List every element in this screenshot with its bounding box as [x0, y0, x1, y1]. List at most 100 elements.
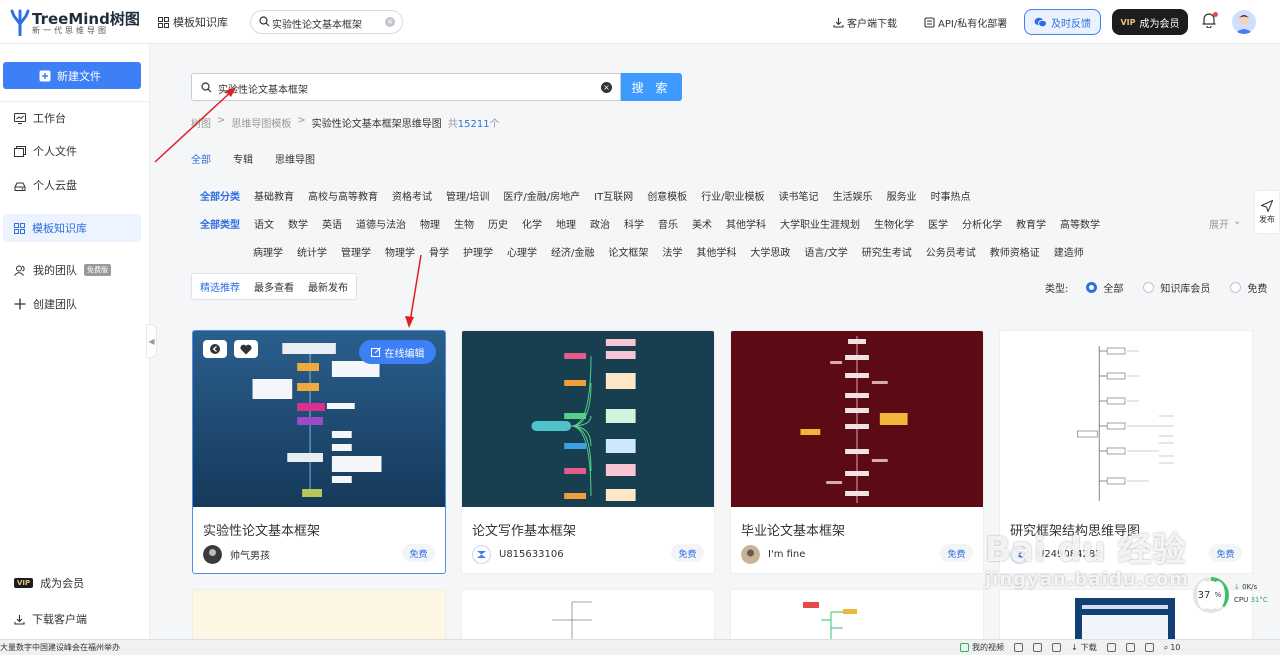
sidebar-item-cloud-drive[interactable]: 个人云盘: [3, 171, 141, 199]
template-search-input[interactable]: 实验性论文基本框架 ×: [191, 73, 621, 101]
filter-option[interactable]: 语文: [254, 216, 274, 232]
filter-option[interactable]: 物理学: [385, 244, 415, 260]
expand-toggle[interactable]: 展开 ⌄: [1209, 216, 1241, 231]
filter-option[interactable]: 政治: [590, 216, 610, 232]
client-download-link[interactable]: 客户端下载: [833, 15, 897, 30]
tab-album[interactable]: 专辑: [233, 151, 253, 166]
treemind-logo[interactable]: TreeMind树图 新一代思维导图: [10, 6, 140, 38]
sidebar-item-template-library[interactable]: 模板知识库: [3, 214, 141, 242]
filter-option[interactable]: 音乐: [658, 216, 678, 232]
filter-option[interactable]: 生物: [454, 216, 474, 232]
favorite-heart-icon[interactable]: [234, 340, 258, 358]
filter-option[interactable]: 建造师: [1054, 244, 1084, 260]
new-file-button[interactable]: 新建文件: [3, 62, 141, 89]
filter-option[interactable]: 教师资格证: [990, 244, 1040, 260]
filter-option[interactable]: 全部分类: [200, 188, 240, 204]
filter-option[interactable]: 其他学科: [726, 216, 766, 232]
filter-option[interactable]: 读书笔记: [779, 188, 819, 204]
filter-option[interactable]: 生活娱乐: [833, 188, 873, 204]
filter-option[interactable]: 病理学: [253, 244, 283, 260]
filter-option[interactable]: 心理学: [507, 244, 537, 260]
window-icon[interactable]: [1106, 643, 1116, 652]
shield-icon[interactable]: [1014, 643, 1023, 652]
sort-featured[interactable]: 精选推荐: [200, 279, 240, 294]
filter-option[interactable]: 管理学: [341, 244, 371, 260]
filter-option[interactable]: 高校与高等教育: [308, 188, 378, 204]
breadcrumb-root[interactable]: 树图: [191, 115, 211, 130]
filter-option[interactable]: 大学思政: [750, 244, 790, 260]
radio-kb-member[interactable]: [1143, 282, 1155, 293]
share-icon[interactable]: [203, 340, 227, 358]
feedback-button[interactable]: 及时反馈: [1024, 9, 1101, 35]
user-avatar[interactable]: [1232, 10, 1256, 34]
card-title[interactable]: 毕业论文基本框架: [741, 520, 845, 539]
template-library-link[interactable]: 模板知识库: [158, 14, 228, 30]
sidebar-become-vip[interactable]: VIP 成为会员: [3, 569, 141, 597]
filter-option[interactable]: 时事热点: [931, 188, 971, 204]
filter-option[interactable]: 骨学: [429, 244, 449, 260]
filter-option[interactable]: 全部类型: [200, 216, 240, 232]
filter-option[interactable]: 分析化学: [962, 216, 1002, 232]
top-search-input[interactable]: 实验性论文基本框架 ×: [250, 10, 403, 34]
sort-newest[interactable]: 最新发布: [308, 279, 348, 294]
filter-option[interactable]: 历史: [488, 216, 508, 232]
template-card[interactable]: 在线编辑 实验性论文基本框架 帅气男孩 免费: [192, 330, 446, 574]
clear-icon[interactable]: ×: [601, 82, 612, 93]
speed-icon[interactable]: [1033, 643, 1042, 652]
clear-icon[interactable]: ×: [385, 17, 395, 27]
breadcrumb-level1[interactable]: 思维导图模板: [231, 115, 291, 130]
filter-option[interactable]: 研究生考试: [862, 244, 912, 260]
filter-option[interactable]: 护理学: [463, 244, 493, 260]
filter-option[interactable]: 创意模板: [647, 188, 687, 204]
sidebar-item-my-team[interactable]: 我的团队 免费版: [3, 256, 141, 284]
system-monitor-widget[interactable]: 37% ↓ 0K/s CPU 31°C: [1190, 575, 1280, 617]
filter-option[interactable]: 经济/金融: [551, 244, 594, 260]
zoom-item[interactable]: ⌕ 10: [1164, 643, 1181, 653]
api-deploy-link[interactable]: API/私有化部署: [924, 15, 1007, 30]
video-item[interactable]: 我的视频: [960, 642, 1004, 653]
tab-all[interactable]: 全部: [191, 151, 211, 166]
online-edit-button[interactable]: 在线编辑: [359, 340, 436, 364]
sidebar-item-create-team[interactable]: 创建团队: [3, 290, 141, 318]
publish-float-button[interactable]: 发布: [1254, 190, 1280, 234]
sidebar-item-personal-files[interactable]: 个人文件: [3, 137, 141, 165]
card-title[interactable]: 实验性论文基本框架: [203, 520, 320, 539]
sound-icon[interactable]: [1052, 643, 1061, 652]
sort-most-viewed[interactable]: 最多查看: [254, 279, 294, 294]
filter-option[interactable]: IT互联网: [594, 188, 633, 204]
filter-option[interactable]: 数学: [288, 216, 308, 232]
filter-option[interactable]: 地理: [556, 216, 576, 232]
status-news-text[interactable]: 大量数字中国建设峰会在福州举办: [0, 642, 120, 653]
settings-icon[interactable]: [1144, 643, 1154, 652]
filter-option[interactable]: 公务员考试: [926, 244, 976, 260]
filter-option[interactable]: 医疗/金融/房地产: [503, 188, 580, 204]
filter-option[interactable]: 语言/文学: [804, 244, 847, 260]
tab-mindmap[interactable]: 思维导图: [275, 151, 315, 166]
become-vip-button[interactable]: VIP 成为会员: [1112, 9, 1188, 35]
filter-option[interactable]: 教育学: [1016, 216, 1046, 232]
filter-option[interactable]: 道德与法治: [356, 216, 406, 232]
filter-option[interactable]: 基础教育: [254, 188, 294, 204]
filter-option[interactable]: 高等数学: [1060, 216, 1100, 232]
filter-option[interactable]: 管理/培训: [446, 188, 489, 204]
template-card[interactable]: 论文写作基本框架 U815633106 免费: [461, 330, 715, 574]
download-item[interactable]: ↓ 下载: [1071, 642, 1097, 653]
filter-option[interactable]: 英语: [322, 216, 342, 232]
copy-icon[interactable]: [1125, 643, 1135, 652]
sidebar-item-workbench[interactable]: 工作台: [3, 104, 141, 132]
filter-option[interactable]: 行业/职业模板: [701, 188, 764, 204]
radio-free[interactable]: [1230, 282, 1242, 293]
filter-option[interactable]: 其他学科: [696, 244, 736, 260]
notification-bell-icon[interactable]: [1202, 12, 1218, 30]
filter-option[interactable]: 服务业: [887, 188, 917, 204]
search-button[interactable]: 搜 索: [621, 73, 682, 101]
filter-option[interactable]: 物理: [420, 216, 440, 232]
sidebar-download-client[interactable]: 下载客户端: [3, 605, 141, 633]
radio-all[interactable]: [1086, 282, 1098, 293]
filter-option[interactable]: 医学: [928, 216, 948, 232]
filter-option[interactable]: 资格考试: [392, 188, 432, 204]
filter-option[interactable]: 法学: [662, 244, 682, 260]
filter-option[interactable]: 论文框架: [608, 244, 648, 260]
filter-option[interactable]: 科学: [624, 216, 644, 232]
filter-option[interactable]: 大学职业生涯规划: [780, 216, 860, 232]
